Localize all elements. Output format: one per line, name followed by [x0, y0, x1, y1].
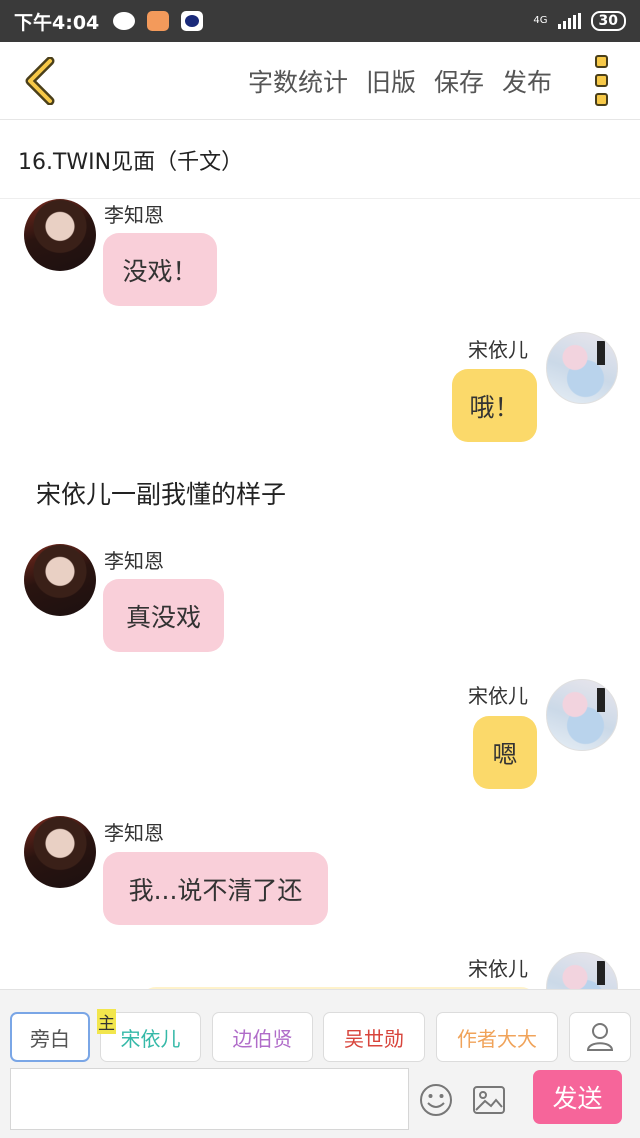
sender-name: 宋依儿 — [468, 684, 528, 708]
role-label: 作者大大 — [457, 1026, 537, 1051]
sender-name: 宋依儿 — [468, 957, 528, 981]
send-button[interactable]: 发送 — [533, 1070, 622, 1124]
menu-dot-icon — [594, 93, 608, 106]
editor-toolbar: 字数统计 旧版 保存 发布 — [0, 42, 640, 120]
status-bar: 下午4:04 4G 30 — [0, 0, 640, 42]
back-button[interactable] — [0, 42, 80, 120]
wechat-icon — [113, 12, 136, 30]
app-notification-icon-2 — [181, 11, 204, 31]
menu-dot-icon — [594, 74, 608, 87]
message-input[interactable] — [10, 1068, 409, 1130]
user-icon — [586, 1023, 614, 1051]
network-type: 4G — [533, 15, 548, 26]
chat-area[interactable]: 李知恩 没戏！ 宋依儿 哦！ 宋依儿一副我懂的样子 李知恩 真没戏 宋依儿 嗯 … — [0, 199, 640, 989]
avatar-songyier[interactable] — [546, 679, 618, 751]
image-icon[interactable] — [471, 1082, 507, 1118]
role-label: 旁白 — [30, 1026, 70, 1051]
composer-panel: 旁白 主 宋依儿 边伯贤 吴世勋 作者大大 发送 — [0, 989, 640, 1138]
role-label: 吴世勋 — [344, 1026, 404, 1051]
app-notification-icon — [147, 11, 170, 31]
sender-name: 李知恩 — [104, 549, 164, 573]
sender-name: 宋依儿 — [468, 338, 528, 362]
chapter-title[interactable]: 16.TWIN见面（千文） — [0, 121, 640, 199]
avatar-lizhien[interactable] — [24, 816, 96, 888]
message-bubble[interactable]: 哦！ — [452, 369, 537, 442]
role-bianboxian[interactable]: 边伯贤 — [212, 1012, 313, 1062]
avatar-lizhien[interactable] — [24, 544, 96, 616]
battery-icon: 30 — [590, 11, 626, 31]
avatar-lizhien[interactable] — [24, 199, 96, 271]
sender-name: 李知恩 — [104, 821, 164, 845]
role-selector: 旁白 主 宋依儿 边伯贤 吴世勋 作者大大 — [0, 1009, 640, 1064]
role-narration[interactable]: 旁白 — [10, 1012, 90, 1062]
old-version-button[interactable]: 旧版 — [366, 63, 416, 99]
avatar-songyier[interactable] — [546, 952, 618, 989]
more-menu-button[interactable] — [576, 42, 626, 120]
status-time: 下午4:04 — [14, 11, 100, 34]
signal-icon — [557, 13, 581, 29]
message-bubble[interactable]: 没戏！ — [103, 233, 217, 306]
chevron-left-icon — [25, 56, 55, 105]
emoji-icon[interactable] — [418, 1082, 454, 1118]
save-button[interactable]: 保存 — [434, 63, 484, 99]
narration-text[interactable]: 宋依儿一副我懂的样子 — [36, 475, 286, 511]
role-wushixun[interactable]: 吴世勋 — [323, 1012, 425, 1062]
avatar-songyier[interactable] — [546, 332, 618, 404]
main-role-badge: 主 — [97, 1009, 116, 1034]
role-songyier[interactable]: 主 宋依儿 — [97, 1009, 201, 1062]
role-label: 边伯贤 — [232, 1026, 293, 1051]
message-bubble[interactable]: 真没戏 — [103, 579, 224, 652]
menu-dot-icon — [594, 55, 608, 68]
message-bubble[interactable]: 嗯 — [473, 716, 537, 789]
word-count-button[interactable]: 字数统计 — [248, 63, 348, 99]
role-label: 宋依儿 — [120, 1026, 181, 1051]
sender-name: 李知恩 — [104, 203, 164, 227]
publish-button[interactable]: 发布 — [502, 63, 552, 99]
add-role-button[interactable] — [569, 1012, 631, 1062]
role-author[interactable]: 作者大大 — [436, 1012, 558, 1062]
message-bubble[interactable]: 我...说不清了还 — [103, 852, 328, 925]
